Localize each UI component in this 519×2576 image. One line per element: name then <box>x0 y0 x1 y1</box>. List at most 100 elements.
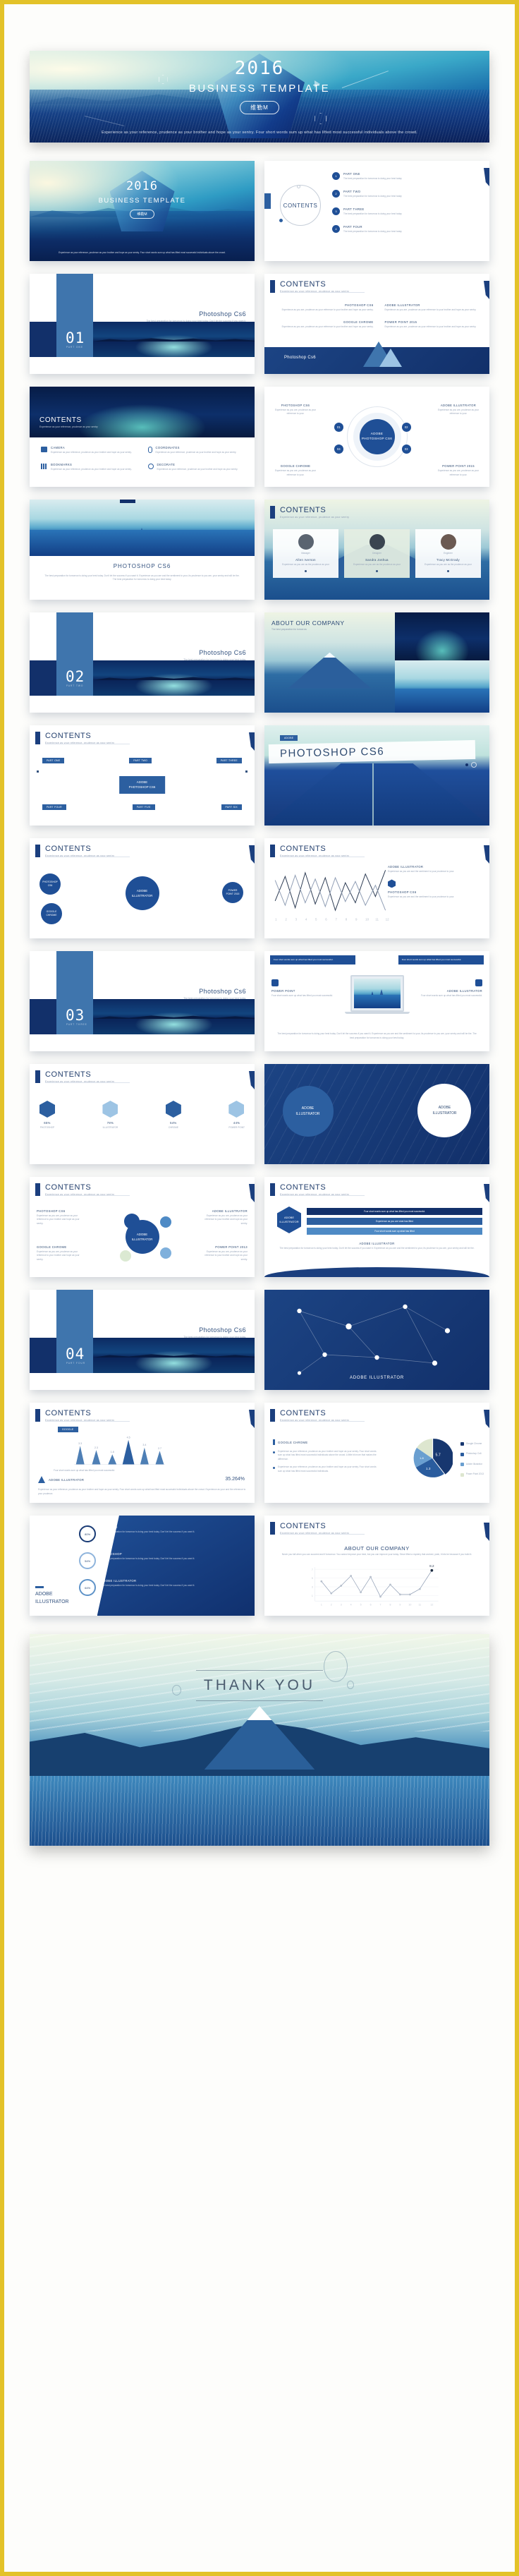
slide-progress-rings[interactable]: ADOBE ILLUSTRATOR 80% WINDOWS The best p… <box>30 1516 255 1616</box>
slide-header: CONTENTS Experience as your reference, p… <box>280 1183 365 1196</box>
slide-hex-bars[interactable]: CONTENTS Experience as your reference, p… <box>264 1177 489 1277</box>
list-item[interactable]: 80% WINDOWS The best preparation for tom… <box>79 1525 249 1542</box>
part-chip[interactable]: PART ONE <box>42 758 65 763</box>
slide-about-company[interactable]: ABOUT OUR COMPANY The best preparation f… <box>264 612 489 713</box>
center-circle: ADOBE PHOTOSHOP CS6 <box>359 419 395 454</box>
svg-text:9: 9 <box>399 1603 401 1606</box>
slide-network[interactable]: ADOBE ILLUSTRATOR <box>264 1290 489 1390</box>
pie-value-label: 5.7 <box>435 1453 440 1458</box>
list-item[interactable]: BOOKMARKS Experience as your reference, … <box>41 463 138 471</box>
part-chip[interactable]: PART THREE <box>216 758 242 763</box>
right-line2: ILLUSTRATOR <box>432 1111 457 1116</box>
list-item[interactable]: CAMERA Experience as your reference, pru… <box>41 446 138 454</box>
node-badge-03[interactable]: 03 <box>401 445 411 454</box>
legend-swatch <box>460 1463 464 1467</box>
part-chip[interactable]: PART TWO <box>129 758 152 763</box>
slide-line-chart[interactable]: CONTENTS Experience as your reference, p… <box>264 838 489 938</box>
slide-team[interactable]: CONTENTS Experience as your reference, p… <box>264 500 489 600</box>
company-trend-line: 8.2 1357 1234 5678 9 10 11 12 <box>312 1565 439 1606</box>
list-item[interactable]: 3 PART THREE The best preparation for to… <box>332 207 480 216</box>
icon-desc: Experience as your reference, prudence a… <box>155 451 237 454</box>
list-item[interactable]: 4 PART FOUR The best preparation for tom… <box>332 224 480 234</box>
slide-circle-diagram[interactable]: ADOBE PHOTOSHOP CS6 01 02 03 04 PHOTOSHO… <box>264 387 489 487</box>
list-item[interactable]: PHOTOSHOP CS6 Experience as you are, pru… <box>279 303 374 312</box>
slide-triangle-chart[interactable]: CONTENTS Experience as your reference, p… <box>30 1403 255 1503</box>
list-item[interactable]: 78% ILLUSTRATOR <box>102 1101 118 1130</box>
list-item[interactable]: 54% CHROME <box>165 1101 181 1130</box>
slide-four-quadrant[interactable]: CONTENTS Experience as your reference, p… <box>30 1177 255 1277</box>
section-banner: 04 PART FOUR <box>30 1338 255 1373</box>
quadrant-bl[interactable]: GOOGLE CHROME Experience as you are, pru… <box>37 1245 83 1262</box>
bullet-dot-icon <box>273 1467 275 1470</box>
bar-item[interactable]: Four short words sum up what has lifted … <box>307 1208 482 1215</box>
slide-section-03[interactable]: Photoshop Cs6 The best preparation for t… <box>30 951 255 1051</box>
slide-hex-icons[interactable]: CONTENTS Experience as your reference, p… <box>30 1064 255 1164</box>
node-badge-02[interactable]: 02 <box>401 423 411 433</box>
node-bubble-2[interactable]: GOOGLE CHROME <box>41 903 62 924</box>
left-circle[interactable]: ADOBE ILLUSTRATOR <box>282 1086 334 1137</box>
list-item[interactable]: ADOBE ILLUSTRATOR Experience as you are,… <box>385 303 480 312</box>
network-diagram <box>297 1304 451 1375</box>
cover-cta-button[interactable]: 维勒M <box>130 210 154 219</box>
slide-photoshop-banner[interactable]: ADOBE PHOTOSHOP CS6 <box>264 725 489 826</box>
node-bubble-1[interactable]: PHOTOSHOP CS6 <box>39 873 61 895</box>
part-chip[interactable]: PART FIVE <box>132 804 155 810</box>
hex-caption: POWER POINT <box>228 1126 245 1129</box>
team-card[interactable]: Engineer Tracy McGrady Experience as you… <box>415 529 481 579</box>
thank-you-slide[interactable]: THANK YOU <box>30 1634 489 1846</box>
accent-bar <box>35 845 40 857</box>
list-item[interactable]: 44% POWER POINT <box>228 1101 245 1130</box>
part-chip[interactable]: PART SIX <box>221 804 242 810</box>
list-item[interactable]: POWER POINT 2015 Experience as you are, … <box>385 320 480 329</box>
quadrant-br[interactable]: POWER POINT 2013 Experience as you are, … <box>201 1245 248 1262</box>
slide-trend-chart[interactable]: CONTENTS Experience as your reference, p… <box>264 1516 489 1616</box>
slide-contents-parts[interactable]: CONTENTS 1 PART ONE The best preparation… <box>264 161 489 261</box>
list-item[interactable]: 65% PHOTOSHOP <box>39 1101 55 1130</box>
slide-contents-part-boxes[interactable]: CONTENTS Experience as your reference, p… <box>30 725 255 826</box>
parts-row-bottom: PART FOUR PART FIVE PART SIX <box>42 804 242 810</box>
app-desc: Experience as you are, prudence as your … <box>384 308 477 311</box>
slide-contents-apps[interactable]: CONTENTS Experience as your reference, p… <box>264 274 489 374</box>
list-item[interactable]: COORDINATES Experience as your reference… <box>147 446 245 454</box>
svg-text:4.5: 4.5 <box>127 1437 130 1439</box>
list-item[interactable]: 2 PART TWO The best preparation for tomo… <box>332 189 480 198</box>
node-badge-01[interactable]: 01 <box>334 423 343 433</box>
node-bubble-3[interactable]: POWER POINT 2015 <box>222 882 243 903</box>
list-item[interactable]: 64% ADOBE ILLUSTRATOR The best preparati… <box>79 1579 249 1596</box>
node-badge-04[interactable]: 04 <box>334 445 343 454</box>
sea-photo <box>395 660 489 713</box>
quadrant-tl[interactable]: PHOTOSHOP CS6 Experience as you are, pru… <box>37 1209 83 1226</box>
center-line2: ILLUSTRATOR <box>131 894 153 897</box>
team-card[interactable]: Designer Sandra Joshua Experience as you… <box>344 529 410 579</box>
bar-item[interactable]: Four short words sum up what has lifted <box>307 1228 482 1235</box>
center-bubble[interactable]: ADOBE ILLUSTRATOR <box>125 876 159 910</box>
list-item[interactable]: GOOGLE CHROME Experience as you are, pru… <box>279 320 374 329</box>
slide-section-04[interactable]: Photoshop Cs6 The best preparation for t… <box>30 1290 255 1390</box>
member-name: Allen Iverson <box>295 558 316 562</box>
list-item[interactable]: 54% PHOTOSHOP The best preparation for t… <box>79 1552 249 1569</box>
slide-photo-caption[interactable]: PHOTOSHOP CS6 The best preparation for t… <box>30 500 255 600</box>
slide-contents-icons[interactable]: CONTENTS Experience as your reference, p… <box>30 387 255 487</box>
node-desc: Experience as you are, prudence as your … <box>274 469 317 476</box>
slide-laptop[interactable]: Four short words sum up what has lifted … <box>264 951 489 1051</box>
slide-bubbles[interactable]: CONTENTS Experience as your reference, p… <box>30 838 255 938</box>
quadrant-tr[interactable]: ADOBE ILLUSTRATOR Experience as you are,… <box>201 1209 248 1226</box>
section-banner-left <box>30 322 56 357</box>
slide-pie-chart[interactable]: CONTENTS Experience as your reference, p… <box>264 1403 489 1503</box>
wave-multi-line-chart: 1234 5678 9 10 11 12 <box>274 870 389 921</box>
list-item[interactable]: DECORATE Experience as your reference, p… <box>147 463 245 471</box>
slide-cover-thumb[interactable]: 2016 BUSINESS TEMPLATE 维勒M Experience as… <box>30 161 255 261</box>
sail-shape <box>164 530 172 545</box>
slide-section-02[interactable]: Photoshop Cs6 The best preparation for t… <box>30 612 255 713</box>
cover-cta-button[interactable]: 维勒M <box>240 101 279 114</box>
bar-item[interactable]: Experience as you are what has lifted <box>307 1218 482 1225</box>
progress-desc: The best preparation for tomorrow is doi… <box>101 1584 195 1587</box>
node-desc: Experience as you are, prudence as your … <box>437 409 480 416</box>
section-banner-left <box>30 1338 56 1373</box>
part-chip[interactable]: PART FOUR <box>42 804 66 810</box>
slide-section-01[interactable]: Photoshop Cs6 The best preparation for t… <box>30 274 255 374</box>
list-item[interactable]: 1 PART ONE The best preparation for tomo… <box>332 172 480 181</box>
team-card[interactable]: Manager Allen Iverson Experience as you … <box>273 529 338 579</box>
slide-two-circles[interactable]: ADOBE ILLUSTRATOR ADOBE ILLUSTRATOR <box>264 1064 489 1164</box>
cover-slide-hero[interactable]: 2016 BUSINESS TEMPLATE 维勒M Experience as… <box>30 51 489 143</box>
